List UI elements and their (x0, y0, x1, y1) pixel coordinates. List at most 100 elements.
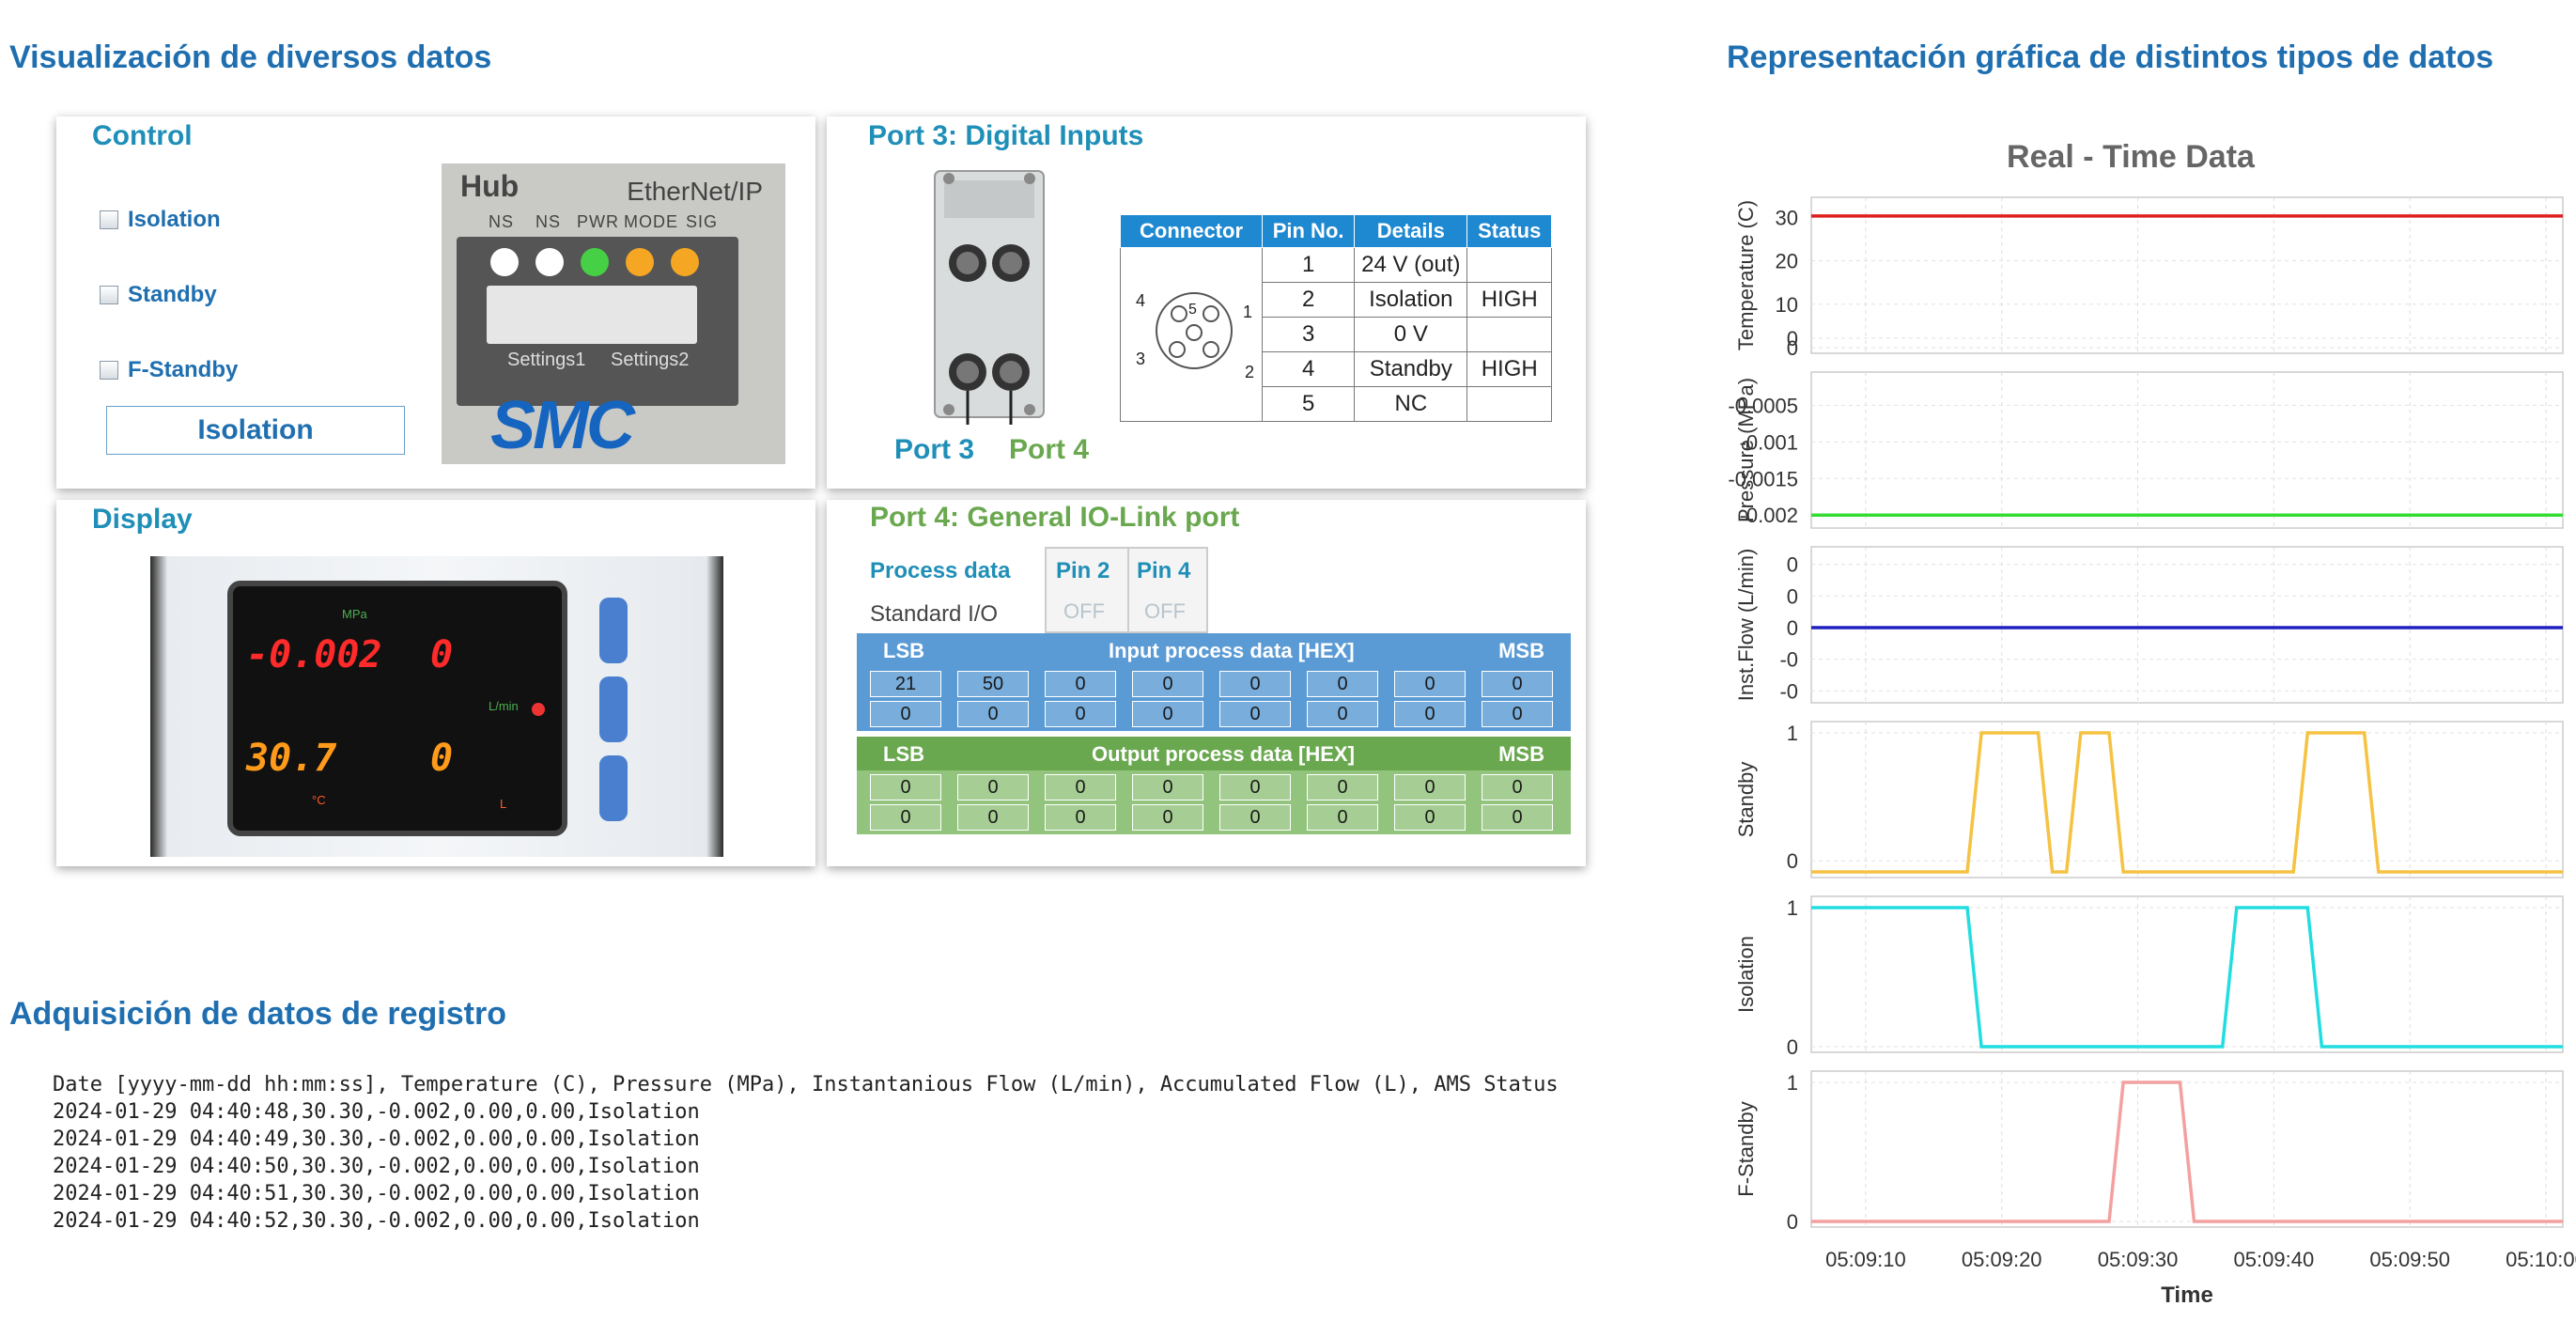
status-cell: HIGH (1466, 351, 1552, 387)
port4-label: Port 4 (1009, 434, 1090, 465)
details-cell: Standby (1354, 351, 1468, 387)
led-label-ns2: NS (535, 212, 562, 231)
ams-status-display: Isolation (106, 406, 405, 455)
pin-table: Connector Pin No. Details Status 4 5 1 3 (1120, 214, 1552, 422)
pin-label-4: 4 (1136, 291, 1145, 310)
col-pin: Pin No. (1261, 214, 1356, 248)
sensor-screen: MPa -0.002 0 L/min 30.7 0 °C L (227, 581, 567, 836)
output-byte-cell: 0 (1394, 804, 1466, 831)
chart-title: Real - Time Data (2007, 139, 2256, 175)
input-byte-cell: 0 (1394, 671, 1466, 697)
process-data-label: Process data (870, 558, 1011, 583)
port4-panel: Port 4: General IO-Link port Process dat… (827, 500, 1586, 866)
connector-diagram: 4 5 1 3 2 (1120, 247, 1263, 422)
output-msb: MSB (1498, 742, 1544, 766)
flow-unit: L/min (489, 699, 519, 713)
status-cell (1466, 247, 1552, 283)
y-tick-label: 0 (1787, 553, 1798, 577)
standard-io-label: Standard I/O (870, 601, 999, 627)
x-axis-label: Time (2161, 1283, 2213, 1308)
port3-label: Port 3 (894, 434, 975, 465)
output-byte-cell: 0 (957, 774, 1029, 801)
output-data-grid: 0000000000000000 (857, 770, 1571, 834)
flow-indicator-icon (532, 703, 545, 716)
status-cell: HIGH (1466, 282, 1552, 318)
col-connector: Connector (1120, 214, 1263, 248)
pin4-state: OFF (1144, 599, 1186, 623)
pin-cell: 3 (1261, 317, 1356, 352)
details-cell: NC (1354, 386, 1468, 422)
pin-cell: 5 (1261, 386, 1356, 422)
output-lsb: LSB (883, 742, 924, 766)
temp-unit: °C (312, 793, 326, 807)
isolation-checkbox[interactable] (100, 210, 118, 229)
standby-checkbox-row[interactable]: Standby (100, 282, 217, 308)
led-ns2-icon (535, 248, 564, 276)
hub-settings1: Settings1 (507, 350, 586, 370)
hub-settings2: Settings2 (611, 350, 690, 370)
pin-label-3: 3 (1136, 350, 1145, 368)
y-tick-label: 10 (1776, 293, 1798, 317)
pin4-label: Pin 4 (1137, 558, 1191, 583)
display-panel: Display MPa -0.002 0 L/min 30.7 0 °C L (56, 500, 815, 866)
pin-cell: 4 (1261, 351, 1356, 387)
pressure-readout: -0.002 (246, 633, 382, 676)
sensor-button-2[interactable] (599, 676, 628, 742)
y-tick-label: -0 (1779, 648, 1798, 672)
standby-checkbox-label: Standby (128, 282, 217, 307)
y-tick-label: 0 (1787, 849, 1798, 873)
y-tick-label: 0 (1787, 327, 1798, 350)
accum-unit: L (500, 797, 507, 811)
input-byte-cell: 0 (1482, 671, 1553, 697)
hub-image: Hub EtherNet/IP NS NS PWR MODE SIG Setti… (442, 163, 785, 464)
input-lsb: LSB (883, 639, 924, 662)
output-byte-cell: 0 (1045, 804, 1116, 831)
led-label-pwr: PWR (577, 212, 619, 231)
led-label-mode: MODE (624, 212, 678, 231)
pressure-unit: MPa (342, 607, 367, 621)
y-axis-label: Pressure (MPa) (1734, 378, 1758, 522)
y-tick-label: 1 (1787, 896, 1798, 920)
log-line: 2024-01-29 04:40:48,30.30,-0.002,0.00,0.… (53, 1100, 700, 1124)
hub-lcd (487, 286, 697, 344)
sensor-button-1[interactable] (599, 598, 628, 663)
input-data-grid: 21 50 0 0 0 0 0 0 0 0 0 0 0 0 0 0 (857, 667, 1571, 731)
log-line: 2024-01-29 04:40:51,30.30,-0.002,0.00,0.… (53, 1182, 700, 1205)
output-byte-cell: 0 (1307, 774, 1378, 801)
visualization-heading: Visualización de diversos datos (9, 39, 492, 75)
isolation-checkbox-label: Isolation (128, 207, 221, 232)
input-byte-cell: 0 (1045, 671, 1116, 697)
y-tick-label: 1 (1787, 1071, 1798, 1095)
input-msb: MSB (1498, 639, 1544, 662)
output-byte-cell: 0 (1045, 774, 1116, 801)
temperature-readout: 30.7 (246, 737, 337, 780)
log-text: Date [yyyy-mm-dd hh:mm:ss], Temperature … (53, 1071, 1559, 1235)
output-header: LSB Output process data [HEX] MSB (857, 737, 1571, 770)
y-axis-label: Isolation (1734, 936, 1758, 1013)
control-panel: Control Isolation Standby F-Standby Isol… (56, 117, 815, 489)
flow-sensor-image: MPa -0.002 0 L/min 30.7 0 °C L (150, 556, 723, 857)
pin2-state: OFF (1063, 599, 1105, 623)
input-byte-cell: 0 (1307, 671, 1378, 697)
pin-cell: 2 (1261, 282, 1356, 318)
port3-panel: Port 3: Digital Inputs Port 3 Port 4 Con… (827, 117, 1586, 489)
output-byte-cell: 0 (1219, 774, 1291, 801)
plot-frame (1810, 895, 2564, 1053)
input-byte-cell: 0 (870, 701, 941, 727)
display-title: Display (92, 504, 193, 535)
isolation-checkbox-row[interactable]: Isolation (100, 207, 221, 233)
x-tick-label: 05:09:30 (2098, 1248, 2179, 1271)
sensor-button-3[interactable] (599, 755, 628, 821)
hub-protocol: EtherNet/IP (627, 177, 763, 206)
standby-checkbox[interactable] (100, 286, 118, 304)
details-cell: 24 V (out) (1354, 247, 1468, 283)
hub-label: Hub (460, 169, 520, 203)
fstandby-checkbox[interactable] (100, 361, 118, 380)
y-axis-label: Temperature (C) (1734, 200, 1758, 350)
output-byte-cell: 0 (1219, 804, 1291, 831)
led-pwr-icon (581, 248, 609, 276)
log-line: 2024-01-29 04:40:49,30.30,-0.002,0.00,0.… (53, 1127, 700, 1151)
fstandby-checkbox-row[interactable]: F-Standby (100, 357, 238, 383)
input-header: LSB Input process data [HEX] MSB (857, 633, 1571, 667)
y-tick-label: -0 (1779, 679, 1798, 703)
